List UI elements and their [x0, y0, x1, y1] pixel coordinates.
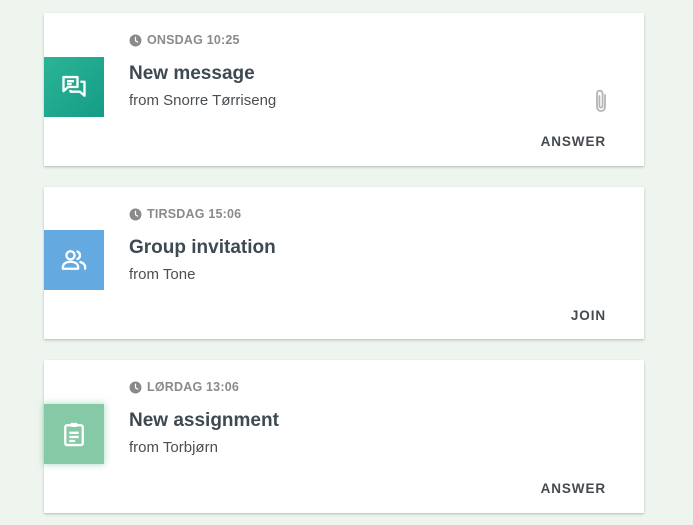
invitation-tile: [44, 230, 104, 290]
notification-card-assignment[interactable]: LØRDAG 13:06 New assignment from Torbjør…: [44, 360, 644, 513]
notification-card-invitation[interactable]: TIRSDAG 15:06 Group invitation from Tone…: [44, 187, 644, 339]
notification-title: New assignment: [129, 410, 279, 431]
join-button[interactable]: JOIN: [571, 308, 606, 323]
answer-button[interactable]: ANSWER: [541, 134, 606, 149]
notification-sender: from Snorre Tørriseng: [129, 92, 277, 109]
clock-icon: [129, 381, 142, 393]
timestamp: LØRDAG 13:06: [129, 380, 239, 394]
notification-title: New message: [129, 63, 255, 84]
message-tile: [44, 57, 104, 117]
chat-icon: [62, 75, 86, 97]
notification-sender: from Torbjørn: [129, 439, 218, 456]
assignment-icon: [64, 422, 84, 447]
timestamp: ONSDAG 10:25: [129, 33, 240, 47]
assignment-tile: [44, 404, 104, 464]
notification-sender: from Tone: [129, 266, 196, 283]
group-icon: [61, 250, 87, 270]
notification-card-message[interactable]: ONSDAG 10:25 New message from Snorre Tør…: [44, 13, 644, 166]
timestamp-text: TIRSDAG 15:06: [147, 207, 242, 221]
timestamp-text: ONSDAG 10:25: [147, 33, 240, 47]
clock-icon: [129, 34, 142, 46]
timestamp-text: LØRDAG 13:06: [147, 380, 240, 394]
paperclip-icon[interactable]: [592, 88, 612, 114]
notification-title: Group invitation: [129, 237, 276, 258]
timestamp: TIRSDAG 15:06: [129, 207, 241, 221]
answer-button[interactable]: ANSWER: [541, 481, 606, 496]
clock-icon: [129, 208, 142, 220]
